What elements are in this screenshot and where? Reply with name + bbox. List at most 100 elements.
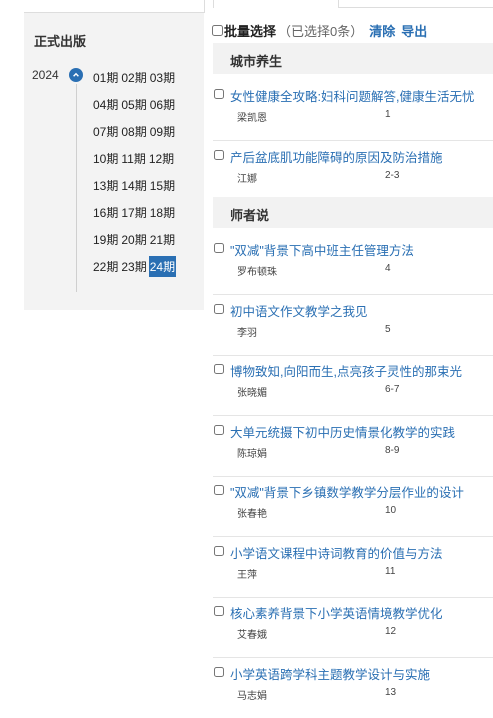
article-checkbox[interactable] (214, 485, 224, 495)
article-pages: 8-9 (385, 445, 400, 456)
section-header: 城市养生 (213, 43, 493, 74)
article-title[interactable]: 核心素养背景下小学英语情境教学优化 (230, 603, 443, 622)
issue-link[interactable]: 11期 (120, 148, 146, 169)
issue-row: 22期 23期 24期 (92, 253, 192, 280)
article-row: 小学语文课程中诗词教育的价值与方法 王萍 11 (213, 537, 493, 598)
issue-link[interactable]: 12期 (148, 148, 175, 169)
article-pages: 5 (385, 324, 391, 335)
section-title: 城市养生 (230, 54, 283, 69)
issue-row: 10期 11期 12期 (92, 145, 192, 172)
article-title[interactable]: 大单元统摄下初中历史情景化教学的实践 (230, 422, 455, 441)
issue-sidebar: 正式出版 2024 01期 02期 03期 04期 05期 06期 07期 08期 09期 10期… (24, 0, 205, 310)
article-row: 初中语文作文教学之我见 李羽 5 (213, 295, 493, 356)
article-pages: 6-7 (385, 384, 400, 395)
issue-row: 01期 02期 03期 (92, 64, 192, 91)
article-row: 核心素养背景下小学英语情境教学优化 艾春娥 12 (213, 597, 493, 658)
issue-link[interactable]: 10期 (92, 148, 119, 169)
article-author: 张春艳 (237, 509, 267, 520)
issue-link[interactable]: 15期 (149, 175, 176, 196)
tab-active[interactable] (213, 0, 339, 8)
issue-link[interactable]: 22期 (92, 256, 119, 277)
issue-link[interactable]: 05期 (120, 94, 147, 115)
article-checkbox[interactable] (214, 243, 224, 253)
issue-link[interactable]: 04期 (92, 94, 119, 115)
article-checkbox[interactable] (214, 425, 224, 435)
article-row: "双减"背景下高中班主任管理方法 罗布顿珠 4 (213, 234, 493, 295)
article-checkbox[interactable] (214, 364, 224, 374)
issue-link[interactable]: 03期 (149, 67, 176, 88)
article-pages: 10 (385, 505, 397, 516)
article-pages: 11 (385, 566, 396, 577)
issue-link[interactable]: 19期 (92, 229, 119, 250)
issue-link[interactable]: 09期 (149, 121, 176, 142)
article-author: 陈琼娟 (237, 449, 267, 460)
issue-link[interactable]: 23期 (120, 256, 147, 277)
section-title: 师者说 (230, 208, 270, 223)
article-title[interactable]: 产后盆底肌功能障碍的原因及防治措施 (230, 147, 443, 166)
sidebar-tab[interactable] (24, 0, 205, 13)
issue-link[interactable]: 13期 (92, 175, 119, 196)
article-checkbox[interactable] (214, 150, 224, 160)
article-checkbox[interactable] (214, 606, 224, 616)
issue-link[interactable]: 24期 (148, 256, 177, 277)
timeline-divider (76, 84, 77, 292)
issue-row: 19期 20期 21期 (92, 226, 192, 253)
article-row: "双减"背景下乡镇数学教学分层作业的设计 张春艳 10 (213, 476, 493, 537)
article-row: 博物致知,向阳而生,点亮孩子灵性的那束光 张晓媚 6-7 (213, 355, 493, 416)
article-checkbox[interactable] (214, 546, 224, 556)
article-title[interactable]: "双减"背景下高中班主任管理方法 (230, 240, 414, 259)
article-checkbox[interactable] (214, 667, 224, 677)
issue-link[interactable]: 16期 (92, 202, 119, 223)
article-title[interactable]: 初中语文作文教学之我见 (230, 301, 368, 320)
article-author: 李羽 (237, 328, 257, 339)
article-title[interactable]: 小学英语跨学科主题教学设计与实施 (230, 664, 430, 683)
issue-link[interactable]: 14期 (120, 175, 147, 196)
article-pages: 2-3 (385, 170, 400, 181)
article-author: 张晓媚 (237, 388, 267, 399)
article-author: 罗布顿珠 (237, 267, 277, 278)
export-link[interactable]: 导出 (401, 21, 427, 40)
issue-link[interactable]: 01期 (92, 67, 119, 88)
article-checkbox[interactable] (214, 304, 224, 314)
article-author: 江娜 (237, 174, 257, 185)
issue-link[interactable]: 20期 (120, 229, 147, 250)
issue-link[interactable]: 17期 (120, 202, 147, 223)
year-label[interactable]: 2024 (32, 68, 59, 82)
section-header: 师者说 (213, 197, 493, 228)
article-pages: 12 (385, 626, 397, 637)
article-row: 大单元统摄下初中历史情景化教学的实践 陈琼娟 8-9 (213, 416, 493, 477)
issue-link[interactable]: 02期 (120, 67, 147, 88)
issue-row: 04期 05期 06期 (92, 91, 192, 118)
article-author: 王萍 (237, 570, 257, 581)
issue-row: 16期 17期 18期 (92, 199, 192, 226)
article-pages: 1 (385, 109, 391, 120)
issue-row: 07期 08期 09期 (92, 118, 192, 145)
issue-link[interactable]: 06期 (149, 94, 176, 115)
article-pages: 4 (385, 263, 391, 274)
article-title[interactable]: 博物致知,向阳而生,点亮孩子灵性的那束光 (230, 361, 462, 380)
batch-select-label: 批量选择 (224, 23, 277, 39)
batch-bar: 批量选择 （已选择0条） 清除 导出 (212, 21, 427, 40)
clear-link[interactable]: 清除 (369, 21, 395, 40)
issue-grid: 01期 02期 03期 04期 05期 06期 07期 08期 09期 10期 11期 12期 13期 1… (92, 64, 192, 280)
article-pages: 13 (385, 687, 397, 698)
article-checkbox[interactable] (214, 89, 224, 99)
article-title[interactable]: 女性健康全攻略:妇科问题解答,健康生活无忧 (230, 86, 474, 105)
article-row: 产后盆底肌功能障碍的原因及防治措施 江娜 2-3 (213, 141, 493, 202)
sidebar-title: 正式出版 (34, 34, 87, 49)
article-row: 小学英语跨学科主题教学设计与实施 马志娟 13 (213, 658, 493, 718)
article-title[interactable]: "双减"背景下乡镇数学教学分层作业的设计 (230, 482, 464, 501)
article-author: 艾春娥 (237, 630, 267, 641)
issue-row: 13期 14期 15期 (92, 172, 192, 199)
issue-link[interactable]: 21期 (149, 229, 176, 250)
article-author: 马志娟 (237, 691, 267, 702)
issue-link[interactable]: 08期 (120, 121, 147, 142)
issue-link[interactable]: 07期 (92, 121, 119, 142)
selected-count: （已选择0条） (278, 23, 364, 39)
article-author: 梁凯恩 (237, 113, 267, 124)
article-row: 女性健康全攻略:妇科问题解答,健康生活无忧 梁凯恩 1 (213, 80, 493, 141)
issue-link[interactable]: 18期 (149, 202, 176, 223)
select-all-checkbox[interactable] (212, 24, 223, 36)
article-title[interactable]: 小学语文课程中诗词教育的价值与方法 (230, 543, 443, 562)
chevron-up-icon[interactable] (69, 68, 83, 82)
